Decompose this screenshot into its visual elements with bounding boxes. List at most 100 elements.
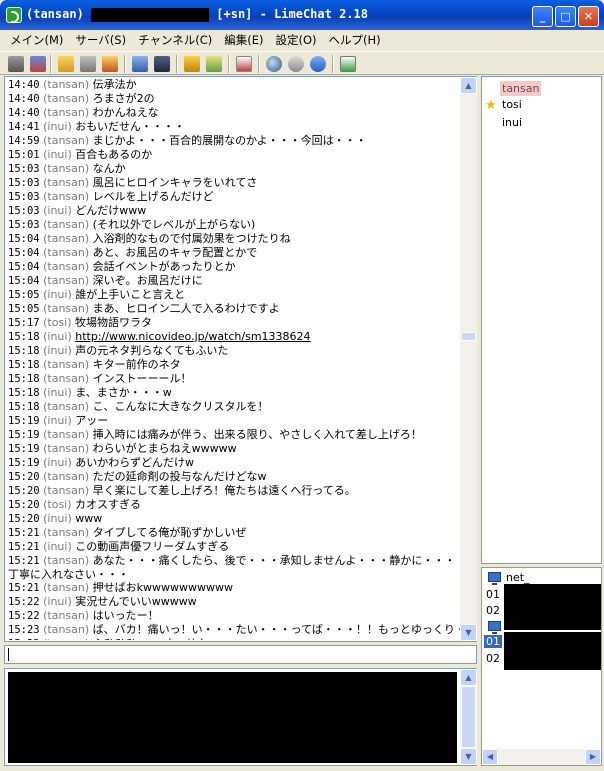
log-nick[interactable]: (tansan) <box>43 358 89 371</box>
scroll-down-arrow-icon[interactable]: ▼ <box>460 748 477 765</box>
channel-folder-icon[interactable] <box>102 56 118 72</box>
minimize-button[interactable]: _ <box>532 6 553 27</box>
log-nick[interactable]: (tansan) <box>43 581 89 594</box>
window-icon[interactable] <box>132 56 148 72</box>
part-folder-icon[interactable] <box>80 56 96 72</box>
log-timestamp: 15:19 <box>8 443 40 455</box>
join-folder-icon[interactable] <box>58 56 74 72</box>
scroll-up-arrow-icon[interactable]: ▲ <box>460 669 477 686</box>
tree-server-1[interactable]: net_ <box>506 571 530 584</box>
tree-channel-2[interactable]: 02 <box>486 604 500 617</box>
member-tosi[interactable]: tosi <box>500 97 524 112</box>
log-nick[interactable]: (tansan) <box>43 623 89 636</box>
tree-channel-4[interactable]: 02 <box>486 652 500 665</box>
log-timestamp: 15:05 <box>8 289 40 301</box>
chat-log-pane[interactable]: 14:40 (tansan) 伝承法か 14:40 (tansan) ろまさが2の… <box>4 76 477 642</box>
log-nick[interactable]: (inui) <box>43 456 72 469</box>
log-nick[interactable]: (inui) <box>43 414 72 427</box>
tree-channel-1[interactable]: 01 <box>486 588 500 601</box>
exit-icon[interactable] <box>340 56 356 72</box>
scroll-up-arrow-icon[interactable]: ▲ <box>460 77 477 94</box>
log-nick[interactable]: (tansan) <box>43 428 89 441</box>
edit-note-icon[interactable] <box>206 56 222 72</box>
menu-server[interactable]: サーバ(S) <box>69 32 132 48</box>
log-nick[interactable]: (inui) <box>43 120 72 133</box>
console-log-pane[interactable]: ▲ ▼ <box>4 668 477 766</box>
log-nick[interactable]: (tansan) <box>43 218 89 231</box>
log-nick[interactable]: (tansan) <box>43 637 89 640</box>
server-icon <box>488 621 501 634</box>
log-nick[interactable]: (tansan) <box>43 92 89 105</box>
search-icon[interactable] <box>266 56 282 72</box>
log-nick[interactable]: (tansan) <box>43 246 89 259</box>
log-nick[interactable]: (tosi) <box>43 498 71 511</box>
log-nick[interactable]: (tansan) <box>43 232 89 245</box>
log-link[interactable]: http://www.nicovideo.jp/watch/sm1338624 <box>75 330 310 343</box>
scroll-right-arrow-icon[interactable]: ▶ <box>585 749 601 765</box>
message-input[interactable] <box>4 645 477 664</box>
log-nick[interactable]: (tansan) <box>43 400 89 413</box>
log-nick[interactable]: (tansan) <box>43 554 89 567</box>
tree-channel-selected[interactable]: 01 <box>484 635 502 648</box>
scroll-down-arrow-icon[interactable]: ▼ <box>460 624 477 641</box>
log-nick[interactable]: (inui) <box>43 540 72 553</box>
log-nick[interactable]: (tansan) <box>43 190 89 203</box>
log-nick[interactable]: (tansan) <box>43 484 89 497</box>
log-nick[interactable]: (tansan) <box>43 162 89 175</box>
menu-channel[interactable]: チャンネル(C) <box>132 32 218 48</box>
title-bar[interactable]: (tansan) [+sn] - LimeChat 2.18 _ □ ✕ <box>0 0 604 30</box>
log-nick[interactable]: (tansan) <box>43 274 89 287</box>
title-prefix: (tansan) <box>26 7 84 21</box>
member-inui[interactable]: inui <box>500 115 524 130</box>
close-button[interactable]: ✕ <box>578 6 599 27</box>
tree-horizontal-scrollbar[interactable]: ◀ ▶ <box>482 749 601 765</box>
log-nick[interactable]: (tansan) <box>43 176 89 189</box>
log-nick[interactable]: (tansan) <box>43 609 89 622</box>
log-nick[interactable]: (inui) <box>43 204 72 217</box>
menu-settings[interactable]: 設定(O) <box>270 32 323 48</box>
log-message: 伝承法か <box>92 78 137 91</box>
maximize-button[interactable]: □ <box>555 6 576 27</box>
channel-tree[interactable]: net_ 01 02 01 02 ◀ ▶ <box>481 567 602 766</box>
log-nick[interactable]: (tansan) <box>43 526 89 539</box>
chat-bubble-icon[interactable] <box>288 56 304 72</box>
checklist-icon[interactable] <box>236 56 252 72</box>
scroll-thumb[interactable] <box>461 686 476 748</box>
member-tansan[interactable]: tansan <box>500 81 542 96</box>
log-nick[interactable]: (tansan) <box>43 470 89 483</box>
scroll-left-arrow-icon[interactable]: ◀ <box>482 749 498 765</box>
member-list[interactable]: tansan ★ tosi inui <box>481 76 602 564</box>
menu-main[interactable]: メイン(M) <box>4 32 69 48</box>
monitor-icon[interactable] <box>154 56 170 72</box>
log-timestamp: 15:18 <box>8 387 40 399</box>
log-line: 15:04 (tansan) あと、お風呂のキャラ配置とかで <box>8 246 460 260</box>
log-nick[interactable]: (tansan) <box>43 372 89 385</box>
log-nick[interactable]: (tansan) <box>43 302 89 315</box>
log-nick[interactable]: (tansan) <box>43 442 89 455</box>
log-nick[interactable]: (inui) <box>43 330 72 343</box>
connect-icon[interactable] <box>8 56 24 72</box>
log-nick[interactable]: (inui) <box>43 288 72 301</box>
log-nick[interactable]: (tansan) <box>43 260 89 273</box>
log-nick[interactable]: (tansan) <box>43 106 89 119</box>
menu-help[interactable]: ヘルプ(H) <box>323 32 387 48</box>
log-nick[interactable]: (inui) <box>43 148 72 161</box>
log-nick[interactable]: (inui) <box>43 386 72 399</box>
log-line: 15:21 (inui) この動画声優フリーダムすぎる <box>8 540 460 554</box>
menu-edit[interactable]: 編集(E) <box>218 32 269 48</box>
scroll-thumb[interactable] <box>461 332 476 341</box>
log-nick[interactable]: (tosi) <box>43 316 71 329</box>
log-nick[interactable]: (inui) <box>43 512 72 525</box>
log-nick[interactable]: (tansan) <box>43 134 89 147</box>
log-nick[interactable]: (inui) <box>43 595 72 608</box>
disconnect-icon[interactable] <box>30 56 46 72</box>
globe-icon[interactable] <box>310 56 326 72</box>
lock-icon[interactable] <box>184 56 200 72</box>
limechat-app-icon[interactable] <box>6 7 22 23</box>
log-line: 15:17 (tosi) 牧場物語ワラタ <box>8 316 460 330</box>
log-nick[interactable]: (tansan) <box>43 78 89 91</box>
log-scrollbar[interactable]: ▲ ▼ <box>460 77 477 641</box>
console-scrollbar[interactable]: ▲ ▼ <box>460 669 477 765</box>
log-message: 実況せんでいいwwwww <box>75 595 197 608</box>
log-nick[interactable]: (inui) <box>43 344 72 357</box>
